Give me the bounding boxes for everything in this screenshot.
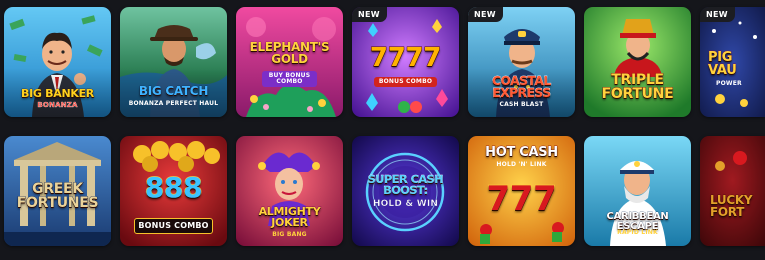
game-tile-lucky-fortune[interactable]: LUCKY FORT: [700, 136, 765, 246]
game-title: PIG VAU: [708, 50, 738, 78]
game-subtitle: POWER: [716, 80, 742, 87]
game-title: ALMIGHTY JOKER: [258, 205, 321, 229]
game-title: LUCKY FORT: [710, 193, 753, 219]
game-title: SUPER CASH BOOST:: [367, 173, 444, 197]
game-subtitle: BONANZA: [37, 101, 78, 109]
game-title: HOT CASH: [485, 145, 559, 160]
almighty-joker-artwork: [236, 136, 343, 246]
game-tile-caribbean-escape[interactable]: CARIBBEAN ESCAPE RAPID LINK: [584, 136, 691, 246]
game-subtitle: BONANZA PERFECT HAUL: [128, 100, 219, 107]
new-badge: NEW: [700, 7, 735, 22]
game-tile-greek-fortunes[interactable]: GREEK FORTUNES: [4, 136, 111, 246]
game-subtitle: BIG BANG: [272, 231, 307, 238]
game-title: BIG BANKER: [21, 87, 95, 100]
game-title: 7777: [369, 43, 442, 73]
game-title: ELEPHANT'S GOLD: [249, 40, 330, 66]
game-title: GREEK FORTUNES: [16, 181, 99, 211]
game-tile-7777-bonus-combo[interactable]: 7777 BONUS COMBO NEW: [352, 7, 459, 117]
game-tile-coastal-express[interactable]: COASTAL EXPRESS CASH BLAST NEW: [468, 7, 575, 117]
game-tile-triple-fortune[interactable]: TRIPLE FORTUNE: [584, 7, 691, 117]
lucky-fortune-artwork: [700, 136, 765, 246]
game-subtitle: BUY BONUS COMBO: [262, 71, 317, 87]
game-subtitle: CASH BLAST: [499, 101, 544, 108]
game-title: 888: [144, 171, 203, 204]
game-subtitle: BONUS COMBO: [374, 77, 437, 87]
game-subtitle: BONUS COMBO: [134, 218, 213, 234]
game-title: TRIPLE FORTUNE: [601, 72, 674, 102]
game-subtitle: HOLD 'N' LINK: [496, 161, 547, 168]
game-tile-big-banker-bonanza[interactable]: BIG BANKER BONANZA: [4, 7, 111, 117]
game-subtitle: HOLD & WIN: [372, 199, 439, 209]
game-tile-elephants-gold[interactable]: ELEPHANT'S GOLD BUY BONUS COMBO: [236, 7, 343, 117]
game-title: COASTAL EXPRESS: [492, 74, 552, 100]
new-badge: NEW: [468, 7, 503, 22]
new-badge: NEW: [352, 7, 387, 22]
game-tile-pig-vault-power[interactable]: PIG VAU POWER NEW: [700, 7, 765, 117]
sevens-graphic: 777: [486, 179, 558, 219]
game-tile-super-cash-boost[interactable]: SUPER CASH BOOST: HOLD & WIN: [352, 136, 459, 246]
game-tile-big-catch-bonanza[interactable]: BIG CATCH BONANZA PERFECT HAUL: [120, 7, 227, 117]
game-tile-hot-cash[interactable]: HOT CASH HOLD 'N' LINK 777: [468, 136, 575, 246]
game-subtitle: RAPID LINK: [617, 229, 658, 236]
game-tile-almighty-joker[interactable]: ALMIGHTY JOKER BIG BANG: [236, 136, 343, 246]
game-tile-888-bonus-combo[interactable]: 888 BONUS COMBO: [120, 136, 227, 246]
game-title: BIG CATCH: [138, 84, 209, 98]
